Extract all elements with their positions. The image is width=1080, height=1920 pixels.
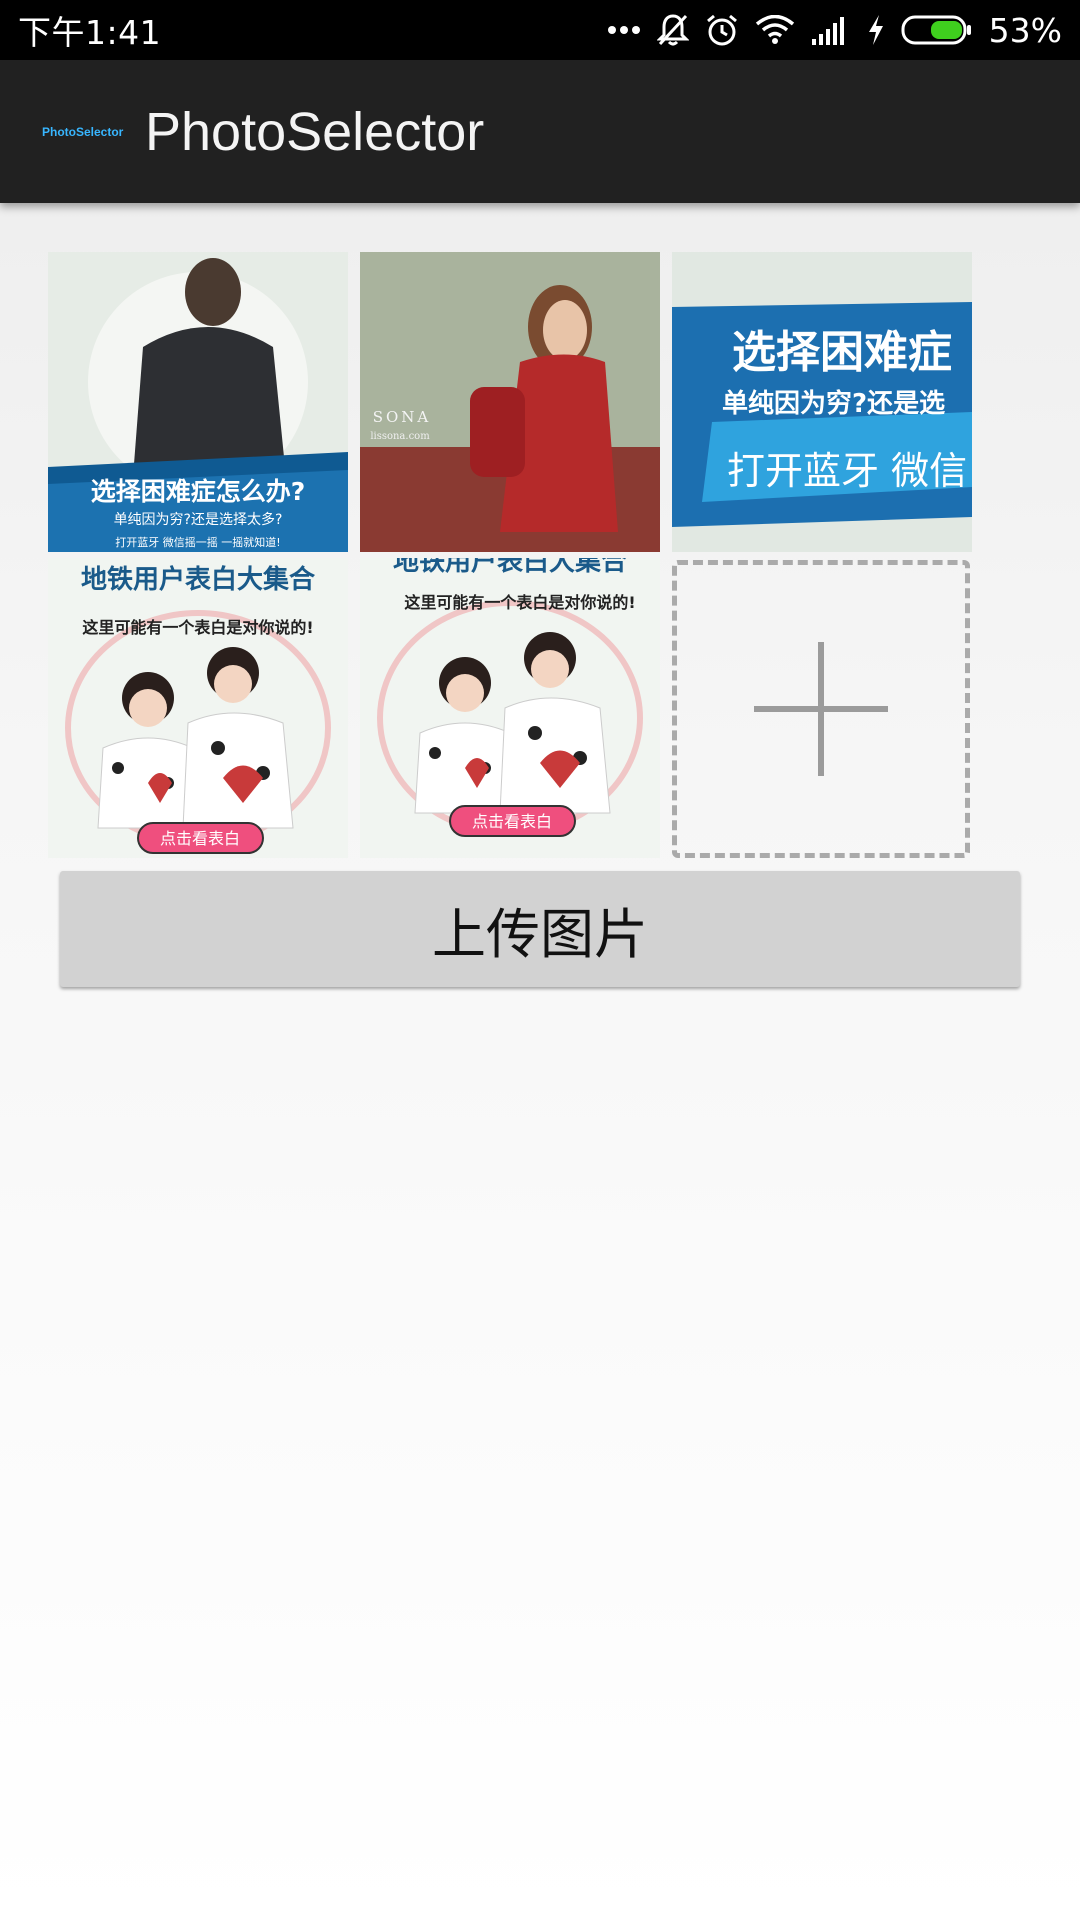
photo-caption-main: 选择困难症怎么办? (91, 477, 306, 506)
photo-caption-main: 地铁用户表白大集合 (393, 558, 628, 577)
add-photo-button[interactable] (672, 560, 970, 858)
photo-caption-foot: 点击看表白 (160, 829, 240, 848)
status-icons: 53% (607, 11, 1062, 50)
photo-caption-main: 选择困难症 (732, 327, 952, 378)
photo-grid: 选择困难症怎么办? 单纯因为穷?还是选择太多? 打开蓝牙 微信摇一摇 一摇就知道… (48, 252, 978, 862)
photo-caption-sub: 这里可能有一个表白是对你说的! (404, 593, 635, 612)
photo-caption-foot: 打开蓝牙 微信摇一摇 一摇就知道! (115, 535, 280, 549)
photo-caption-main: 地铁用户表白大集合 (81, 564, 316, 595)
bell-off-icon (656, 13, 689, 47)
photo-caption-main: SONA (373, 408, 432, 426)
photo-caption-foot: 打开蓝牙 微信 (727, 449, 967, 493)
photo-thumbnail[interactable]: 地铁用户表白大集合 这里可能有一个表白是对你说的! 点击看表白 (48, 558, 348, 858)
photo-thumbnail[interactable]: 选择困难症怎么办? 单纯因为穷?还是选择太多? 打开蓝牙 微信摇一摇 一摇就知道… (48, 252, 348, 552)
battery-percent: 53% (988, 10, 1062, 50)
status-bar: 下午1:41 53% (0, 0, 1080, 60)
photo-thumbnail[interactable]: SONA lissona.com (360, 252, 660, 552)
photo-caption-sub: 单纯因为穷?还是选择太多? (114, 511, 283, 528)
app-logo: PhotoSelector (42, 124, 124, 139)
photo-caption-sub: 这里可能有一个表白是对你说的! (82, 618, 313, 637)
more-dots-icon (607, 25, 641, 35)
photo-thumbnail[interactable]: 地铁用户表白大集合 这里可能有一个表白是对你说的! 点击看表白 (360, 558, 660, 858)
photo-caption-sub: lissona.com (370, 431, 430, 442)
signal-icon (811, 15, 851, 45)
app-title: PhotoSelector (145, 101, 485, 162)
app-bar: PhotoSelector PhotoSelector (0, 60, 1080, 203)
charging-icon (867, 14, 885, 46)
battery-icon (901, 14, 973, 46)
upload-button[interactable]: 上传图片 (60, 871, 1020, 987)
photo-caption-sub: 单纯因为穷?还是选 (722, 388, 945, 419)
alarm-icon (705, 13, 739, 47)
wifi-icon (755, 15, 795, 45)
photo-thumbnail[interactable]: 选择困难症 单纯因为穷?还是选 打开蓝牙 微信 (672, 252, 972, 552)
photo-caption-foot: 点击看表白 (472, 812, 552, 831)
status-time: 下午1:41 (18, 13, 162, 52)
plus-icon (677, 565, 965, 853)
